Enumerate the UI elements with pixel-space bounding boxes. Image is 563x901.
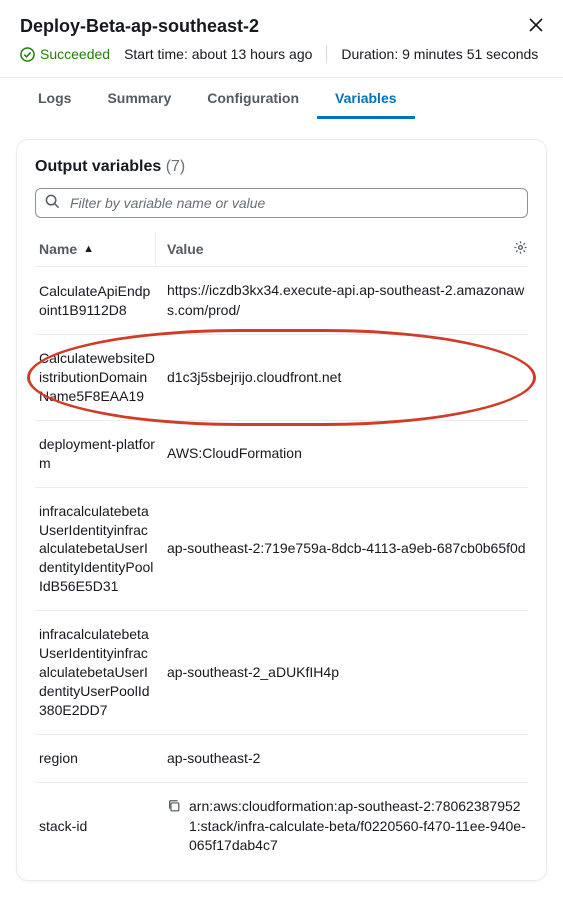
close-icon[interactable] <box>529 16 543 37</box>
cell-name: infracalculatebetaUserIdentityinfracalcu… <box>35 502 155 596</box>
value-text: d1c3j5sbejrijo.cloudfront.net <box>167 368 341 388</box>
table-header: Name ▲ Value <box>35 240 528 267</box>
tabs: Logs Summary Configuration Variables <box>0 78 563 119</box>
value-text: https://iczdb3kx34.execute-api.ap-southe… <box>167 281 528 320</box>
cell-value: ap-southeast-2 <box>155 749 528 769</box>
table-row: region ap-southeast-2 <box>35 735 528 784</box>
tab-configuration[interactable]: Configuration <box>189 78 317 119</box>
table-body: CalculateApiEndpoint1B9112D8 https://iczd… <box>35 267 528 870</box>
divider <box>326 45 327 63</box>
value-text: AWS:CloudFormation <box>167 444 302 464</box>
value-text: ap-southeast-2_aDUKfIH4p <box>167 663 339 683</box>
table-row: stack-id arn:aws:cloudformation:ap-southe… <box>35 783 528 870</box>
cell-name: deployment-platform <box>35 435 155 473</box>
tab-logs[interactable]: Logs <box>20 78 89 119</box>
search-icon <box>45 194 60 212</box>
cell-value: ap-southeast-2:719e759a-8dcb-4113-a9eb-6… <box>155 539 528 559</box>
table-row: infracalculatebetaUserIdentityinfracalcu… <box>35 611 528 734</box>
value-text: arn:aws:cloudformation:ap-southeast-2:78… <box>189 797 528 856</box>
panel-header: Deploy-Beta-ap-southeast-2 Succeeded Sta… <box>0 0 563 77</box>
filter-input[interactable] <box>35 188 528 218</box>
table-row: deployment-platform AWS:CloudFormation <box>35 421 528 488</box>
cell-value: arn:aws:cloudformation:ap-southeast-2:78… <box>155 797 528 856</box>
tab-summary[interactable]: Summary <box>89 78 189 119</box>
settings-icon[interactable] <box>504 240 528 258</box>
card-title: Output variables (7) <box>35 158 528 176</box>
value-text: ap-southeast-2 <box>167 749 260 769</box>
count-badge: (7) <box>166 158 186 175</box>
sort-asc-icon: ▲ <box>83 243 94 255</box>
cell-name: infracalculatebetaUserIdentityinfracalcu… <box>35 625 155 719</box>
col-header-value[interactable]: Value <box>155 240 504 258</box>
duration: Duration: 9 minutes 51 seconds <box>341 46 538 62</box>
table-row: CalculatewebsiteDistributionDomainName5F… <box>35 335 528 421</box>
value-text: ap-southeast-2:719e759a-8dcb-4113-a9eb-6… <box>167 539 526 559</box>
status-text: Succeeded <box>40 46 110 62</box>
cell-name: region <box>35 749 155 768</box>
cell-name: CalculatewebsiteDistributionDomainName5F… <box>35 349 155 406</box>
cell-name: CalculateApiEndpoint1B9112D8 <box>35 282 155 320</box>
success-icon <box>20 47 35 62</box>
cell-value: https://iczdb3kx34.execute-api.ap-southe… <box>155 281 528 320</box>
cell-value: AWS:CloudFormation <box>155 444 528 464</box>
tab-variables[interactable]: Variables <box>317 78 415 119</box>
table-row: CalculateApiEndpoint1B9112D8 https://iczd… <box>35 267 528 335</box>
cell-value: ap-southeast-2_aDUKfIH4p <box>155 663 528 683</box>
table-row: infracalculatebetaUserIdentityinfracalcu… <box>35 488 528 611</box>
copy-icon[interactable] <box>167 799 181 819</box>
output-variables-card: Output variables (7) Name ▲ Value Calcul… <box>16 139 547 881</box>
start-time: Start time: about 13 hours ago <box>124 46 312 62</box>
status-badge: Succeeded <box>20 46 110 62</box>
cell-value: d1c3j5sbejrijo.cloudfront.net <box>155 368 528 388</box>
col-header-name[interactable]: Name ▲ <box>35 240 155 258</box>
page-title: Deploy-Beta-ap-southeast-2 <box>20 16 259 37</box>
cell-name: stack-id <box>35 817 155 836</box>
